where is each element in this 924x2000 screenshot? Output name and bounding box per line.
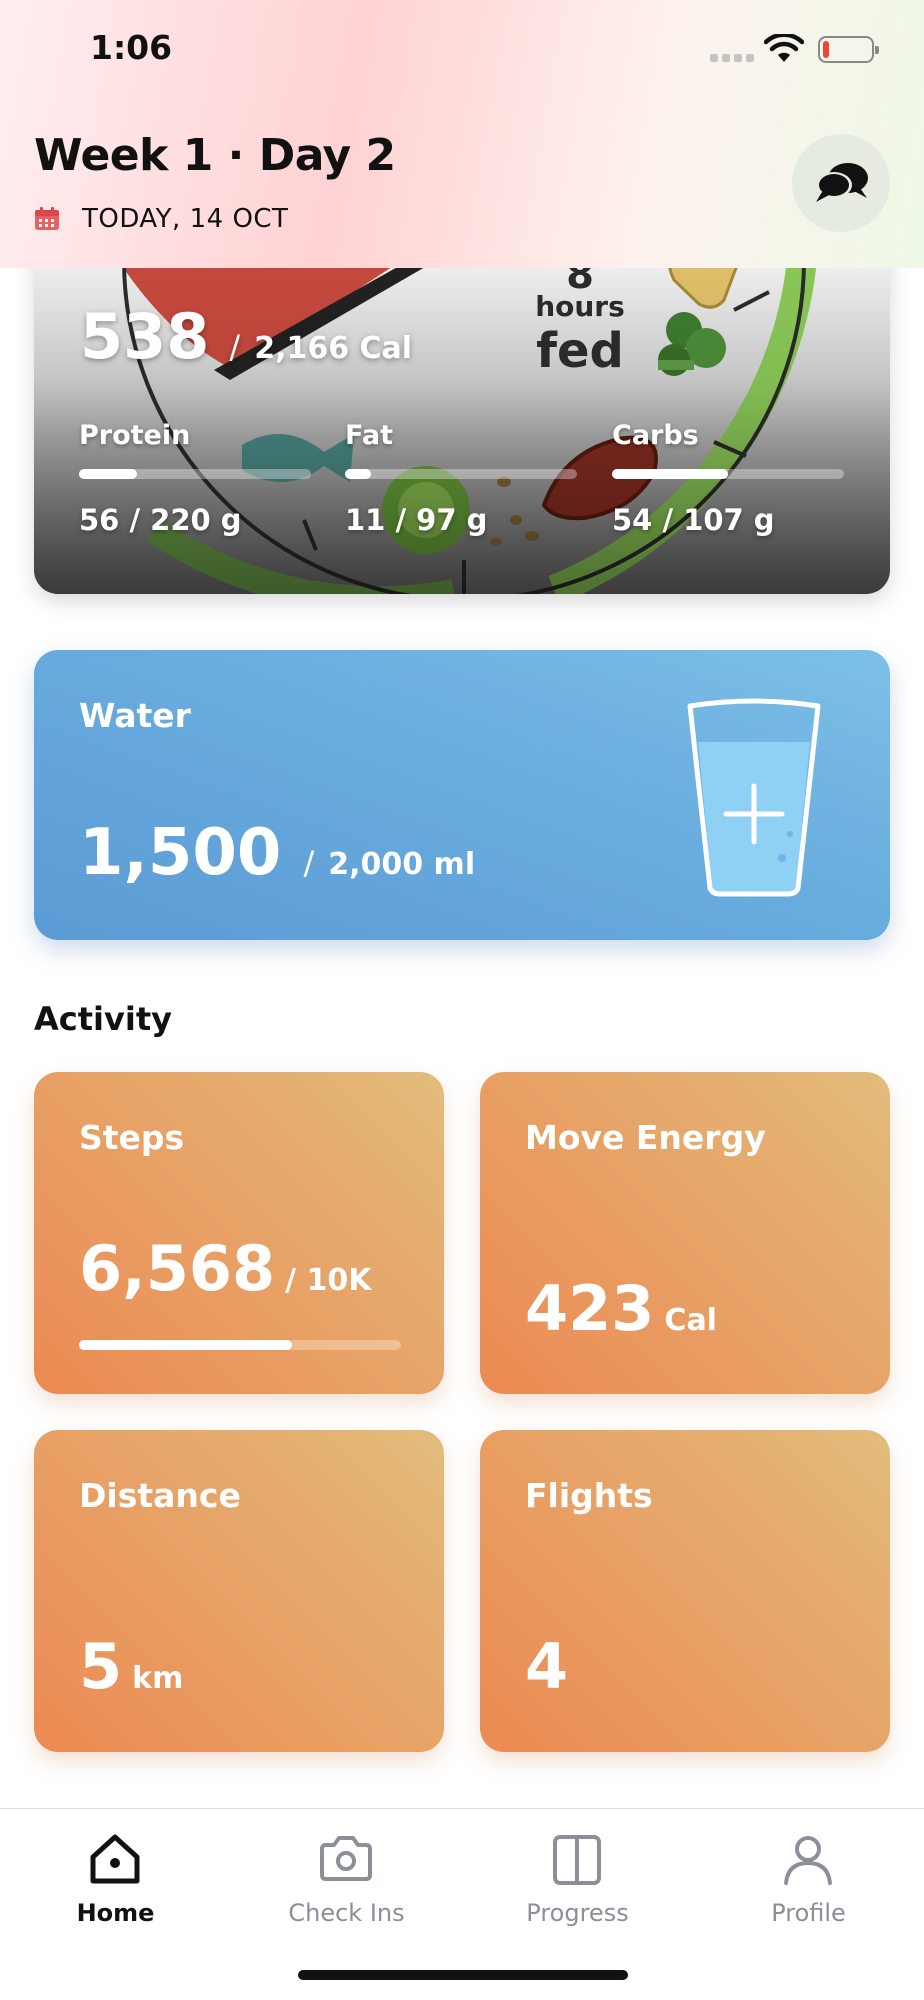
macro-carbs: Carbs 54 / 107 g (612, 420, 844, 537)
camera-icon (320, 1836, 372, 1881)
calorie-summary: 538 / 2,166 Cal (80, 300, 412, 373)
tab-label: Profile (771, 1899, 846, 1927)
macro-progress-fill (345, 469, 371, 479)
home-indicator (298, 1970, 628, 1980)
water-summary: 1,500 / 2,000 ml (79, 816, 475, 890)
cellular-signal-icon (710, 54, 754, 62)
fasting-status: 8 hours fed (530, 255, 630, 379)
macro-protein: Protein 56 / 220 g (79, 420, 311, 537)
tab-home[interactable]: Home (0, 1809, 231, 1939)
status-time: 1:06 (90, 28, 173, 67)
chat-button[interactable] (792, 134, 890, 232)
fasting-state-label: fed (536, 323, 624, 379)
steps-tile[interactable]: Steps 6,568 / 10K (34, 1072, 444, 1394)
steps-value: 6,568 (79, 1232, 276, 1305)
add-water-glass-button[interactable] (684, 694, 824, 899)
distance-unit: km (132, 1661, 184, 1696)
macro-label: Carbs (612, 420, 699, 451)
tab-check-ins[interactable]: Check Ins (231, 1809, 462, 1939)
move-energy-tile[interactable]: Move Energy 423 Cal (480, 1072, 890, 1394)
tab-label: Progress (526, 1899, 629, 1927)
distance-title: Distance (79, 1476, 241, 1515)
distance-tile[interactable]: Distance 5 km (34, 1430, 444, 1752)
current-date: TODAY, 14 OCT (82, 204, 289, 234)
home-icon (90, 1834, 140, 1884)
steps-goal: / 10K (285, 1263, 372, 1298)
card-shade (34, 220, 890, 594)
distance-summary: 5 km (79, 1630, 183, 1703)
chat-bubbles-icon (816, 163, 868, 202)
tab-label: Home (76, 1899, 155, 1927)
flights-value: 4 (525, 1630, 569, 1703)
steps-progress-fill (79, 1340, 292, 1350)
macro-value: 54 / 107 g (612, 503, 775, 537)
nutrition-card[interactable]: 8 hours fed 538 / 2,166 Cal Protein 56 /… (34, 220, 890, 594)
steps-progress-track (79, 1340, 401, 1350)
water-value: 1,500 (79, 816, 282, 890)
macro-label: Fat (345, 420, 393, 451)
date-selector[interactable]: TODAY, 14 OCT (34, 204, 288, 234)
move-energy-unit: Cal (664, 1303, 717, 1338)
page-title: Week 1 · Day 2 (34, 130, 396, 181)
flights-tile[interactable]: Flights 4 (480, 1430, 890, 1752)
steps-title: Steps (79, 1118, 185, 1157)
water-card[interactable]: Water 1,500 / 2,000 ml (34, 650, 890, 940)
macro-value: 11 / 97 g (345, 503, 488, 537)
macro-fat: Fat 11 / 97 g (345, 420, 577, 537)
wifi-icon (764, 34, 804, 62)
activity-heading: Activity (34, 1000, 172, 1038)
person-icon (784, 1836, 832, 1885)
macro-progress-track (79, 469, 311, 479)
macro-value: 56 / 220 g (79, 503, 242, 537)
macro-progress-fill (79, 469, 137, 479)
macro-progress-fill (612, 469, 728, 479)
tab-progress[interactable]: Progress (462, 1809, 693, 1939)
tab-profile[interactable]: Profile (693, 1809, 924, 1939)
distance-value: 5 (79, 1630, 123, 1703)
water-goal: 2,000 ml (328, 847, 476, 882)
macro-progress-track (612, 469, 844, 479)
water-title: Water (79, 696, 191, 735)
macro-label: Protein (79, 420, 191, 451)
calories-eaten: 538 (80, 300, 210, 373)
tab-label: Check Ins (288, 1899, 405, 1927)
calories-separator: / (229, 328, 241, 366)
macro-progress-track (345, 469, 577, 479)
move-energy-title: Move Energy (525, 1118, 766, 1157)
water-separator: / (303, 844, 315, 882)
flights-title: Flights (525, 1476, 653, 1515)
move-energy-summary: 423 Cal (525, 1272, 717, 1345)
flights-summary: 4 (525, 1630, 568, 1703)
battery-icon (818, 36, 879, 63)
split-view-icon (553, 1835, 601, 1885)
calendar-icon (35, 207, 59, 230)
fasting-hours-label: hours (535, 290, 625, 323)
steps-summary: 6,568 / 10K (79, 1232, 372, 1305)
calories-goal: 2,166 Cal (254, 331, 413, 366)
move-energy-value: 423 (525, 1272, 655, 1345)
app-header: 1:06 Week 1 · Day 2 TODAY, 14 OCT (0, 0, 924, 268)
